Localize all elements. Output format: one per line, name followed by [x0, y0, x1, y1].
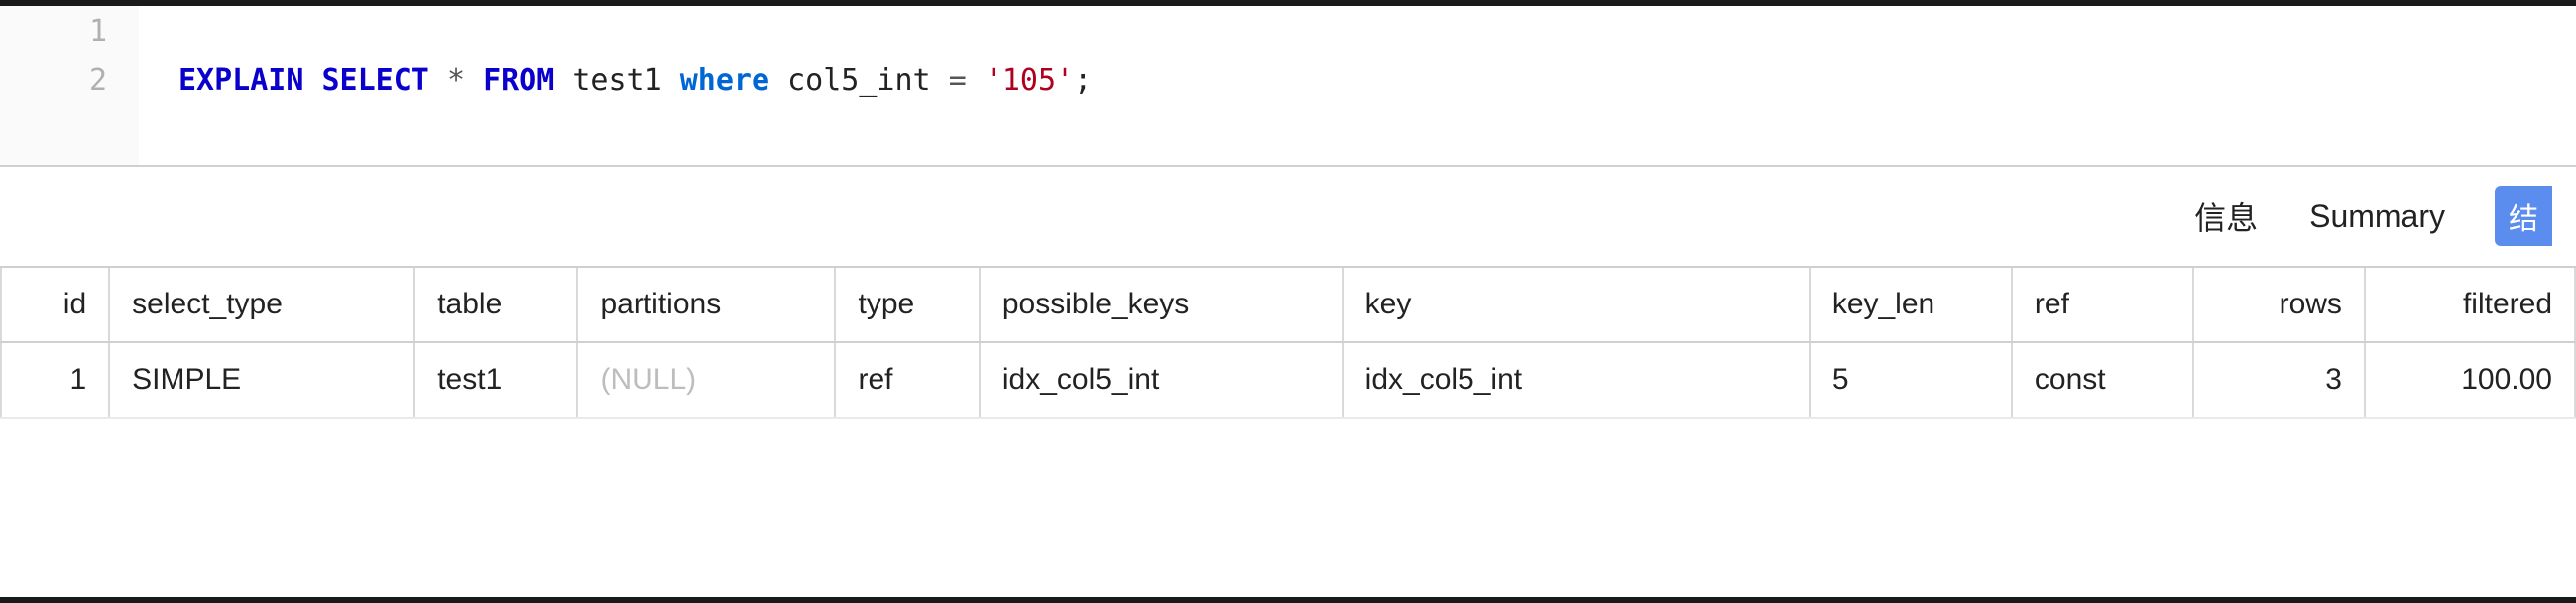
- cell-select_type: SIMPLE: [109, 342, 414, 418]
- sql-editor[interactable]: 1 2 EXPLAIN SELECT * FROM test1 where co…: [0, 6, 2576, 167]
- cell-possible_keys: idx_col5_int: [980, 342, 1343, 418]
- editor-line: 2 EXPLAIN SELECT * FROM test1 where col5…: [0, 56, 2576, 105]
- editor-line: 1: [0, 6, 2576, 56]
- line-number: 2: [0, 56, 139, 105]
- cell-ref: const: [2012, 342, 2193, 418]
- cell-key_len: 5: [1810, 342, 2012, 418]
- cell-rows: 3: [2193, 342, 2365, 418]
- col-header-rows[interactable]: rows: [2193, 268, 2365, 342]
- results-table-wrap[interactable]: id select_type table partitions type pos…: [0, 268, 2576, 603]
- cell-id: 1: [1, 342, 109, 418]
- result-tabs: 信息 Summary 结: [0, 167, 2576, 268]
- token-ident: test1: [572, 63, 679, 98]
- col-header-possible_keys[interactable]: possible_keys: [980, 268, 1343, 342]
- cell-type: ref: [835, 342, 979, 418]
- token-punct: ;: [1074, 63, 1092, 98]
- token-kw: EXPLAIN: [178, 63, 322, 98]
- sql-explain-panel: 1 2 EXPLAIN SELECT * FROM test1 where co…: [0, 0, 2576, 603]
- col-header-type[interactable]: type: [835, 268, 979, 342]
- col-header-select_type[interactable]: select_type: [109, 268, 414, 342]
- cell-filtered: 100.00: [2365, 342, 2575, 418]
- cell-key: idx_col5_int: [1343, 342, 1810, 418]
- col-header-ref[interactable]: ref: [2012, 268, 2193, 342]
- col-header-table[interactable]: table: [414, 268, 577, 342]
- table-row[interactable]: 1 SIMPLE test1 (NULL) ref idx_col5_int i…: [1, 342, 2575, 418]
- tab-summary[interactable]: Summary: [2307, 192, 2447, 241]
- col-header-id[interactable]: id: [1, 268, 109, 342]
- col-header-key[interactable]: key: [1343, 268, 1810, 342]
- table-header-row: id select_type table partitions type pos…: [1, 268, 2575, 342]
- cell-partitions: (NULL): [577, 342, 835, 418]
- token-op: =: [949, 63, 985, 98]
- line-number: 1: [0, 6, 139, 56]
- token-str: '105': [985, 63, 1074, 98]
- code-line[interactable]: EXPLAIN SELECT * FROM test1 where col5_i…: [139, 63, 1092, 98]
- token-kw2: where: [680, 63, 787, 98]
- token-kw: SELECT: [322, 63, 447, 98]
- cell-table: test1: [414, 342, 577, 418]
- tab-results[interactable]: 结: [2495, 186, 2552, 246]
- col-header-key_len[interactable]: key_len: [1810, 268, 2012, 342]
- col-header-partitions[interactable]: partitions: [577, 268, 835, 342]
- editor-padding: [0, 105, 2576, 165]
- explain-results-table: id select_type table partitions type pos…: [0, 268, 2576, 419]
- token-op: *: [447, 63, 483, 98]
- col-header-filtered[interactable]: filtered: [2365, 268, 2575, 342]
- token-kw: FROM: [483, 63, 572, 98]
- tab-info[interactable]: 信息: [2192, 187, 2260, 245]
- token-ident: col5_int: [787, 63, 949, 98]
